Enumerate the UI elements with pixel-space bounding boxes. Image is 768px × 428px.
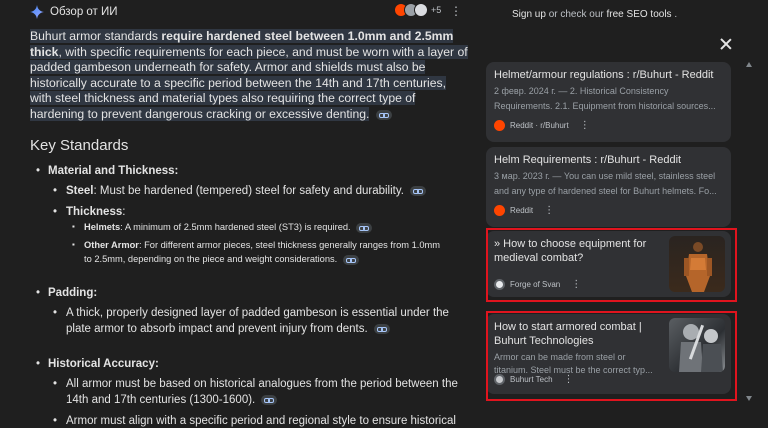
- source-card-site-name: Reddit · r/Buhurt: [510, 121, 569, 130]
- link-icon[interactable]: [410, 185, 427, 196]
- source-card-site-name: Reddit: [510, 206, 534, 215]
- more-options-icon[interactable]: ⋮: [544, 205, 554, 216]
- scroll-down-arrow[interactable]: [746, 396, 752, 401]
- source-avatars[interactable]: +5: [394, 3, 441, 17]
- seo-banner-tail: .: [671, 9, 678, 20]
- link-icon[interactable]: [356, 222, 373, 233]
- other-armor-text: : For different armor pieces, steel thic…: [138, 240, 441, 250]
- steel-text: : Must be hardened (tempered) steel for …: [93, 185, 404, 197]
- historical-text: All armor must be based on historical an…: [66, 378, 458, 390]
- link-icon[interactable]: [373, 323, 390, 334]
- other-armor-text-cont: to 2.5mm, depending on the piece and wei…: [84, 254, 338, 264]
- source-card[interactable]: Helm Requirements : r/Buhurt - Reddit 3 …: [486, 147, 731, 227]
- source-card-snippet: 3 мар. 2023 г. — You can use mild steel,…: [494, 171, 716, 181]
- historical-heading: Historical Accuracy:: [36, 357, 159, 372]
- padding-text: A thick, properly designed layer of padd…: [66, 307, 449, 319]
- free-seo-tools-link[interactable]: free SEO tools: [607, 9, 672, 20]
- ai-overview-title: Обзор от ИИ: [50, 6, 118, 18]
- historical-item-2: Armor must align with a specific period …: [53, 414, 466, 428]
- material-heading: Material and Thickness:: [36, 164, 178, 179]
- sources-panel: Sign up or check our free SEO tools . He…: [478, 0, 760, 428]
- source-card-title[interactable]: Helmet/armour regulations : r/Buhurt - R…: [494, 68, 713, 82]
- seo-banner: Sign up or check our free SEO tools .: [478, 0, 760, 28]
- source-card-snippet: and any type of hardened steel for Buhur…: [494, 186, 717, 196]
- ai-sparkle-icon: [30, 5, 44, 19]
- close-icon[interactable]: [718, 36, 734, 52]
- ai-overview: Обзор от ИИ +5 ⋮ Buhurt armor standards …: [0, 0, 478, 428]
- seo-banner-text: Sign up or check our free SEO tools .: [512, 9, 677, 20]
- padding-text-cont: plate armor to absorb impact and prevent…: [66, 322, 368, 335]
- overview-intro: Buhurt armor standards require hardened …: [30, 29, 468, 123]
- source-card-snippet: Requirements. 2.1. Equipment from histor…: [494, 101, 716, 111]
- padding-heading: Padding:: [36, 286, 97, 301]
- more-sources-count: +5: [431, 5, 442, 15]
- link-icon[interactable]: [261, 394, 278, 405]
- other-armor-label: Other Armor: [84, 240, 139, 250]
- source-card-title[interactable]: Helm Requirements : r/Buhurt - Reddit: [494, 153, 681, 167]
- helmets-label: Helmets: [84, 222, 121, 232]
- highlight-box: [486, 311, 737, 401]
- historical-text-cont: 14th and 17th centuries (1300-1600).: [66, 393, 256, 406]
- source-avatar: [414, 3, 428, 17]
- seo-banner-mid: or check our: [545, 9, 607, 20]
- intro-text-rest: , with specific requirements for each pi…: [30, 44, 468, 121]
- steel-item: Steel: Must be hardened (tempered) steel…: [53, 184, 427, 200]
- highlight-box: [486, 228, 737, 302]
- other-armor-item: Other Armor: For different armor pieces,…: [72, 238, 464, 266]
- historical-item: All armor must be based on historical an…: [53, 377, 466, 408]
- reddit-favicon-icon: [494, 205, 505, 216]
- sign-up-link[interactable]: Sign up: [512, 9, 546, 20]
- more-options-icon[interactable]: ⋮: [580, 120, 590, 131]
- source-card-site: Reddit ⋮: [494, 205, 554, 216]
- padding-item: A thick, properly designed layer of padd…: [53, 306, 466, 337]
- helmets-item: Helmets: A minimum of 2.5mm hardened ste…: [72, 220, 373, 234]
- ai-overview-header: Обзор от ИИ: [30, 4, 118, 20]
- thickness-label: Thickness: [66, 206, 123, 218]
- steel-label: Steel: [66, 185, 94, 197]
- more-options-icon[interactable]: ⋮: [450, 5, 462, 17]
- thickness-item: Thickness:: [53, 205, 126, 221]
- source-card-snippet: 2 февр. 2024 г. — 2. Historical Consiste…: [494, 86, 669, 96]
- intro-text-start: Buhurt armor standards: [30, 29, 162, 43]
- reddit-favicon-icon: [494, 120, 505, 131]
- link-icon[interactable]: [342, 254, 359, 265]
- thickness-colon: :: [122, 206, 126, 218]
- scroll-up-arrow[interactable]: [746, 62, 752, 67]
- section-heading: Key Standards: [30, 137, 129, 154]
- source-card[interactable]: Helmet/armour regulations : r/Buhurt - R…: [486, 62, 731, 142]
- link-icon[interactable]: [375, 109, 392, 120]
- source-card-site: Reddit · r/Buhurt ⋮: [494, 120, 590, 131]
- helmets-text: : A minimum of 2.5mm hardened steel (ST3…: [120, 222, 351, 232]
